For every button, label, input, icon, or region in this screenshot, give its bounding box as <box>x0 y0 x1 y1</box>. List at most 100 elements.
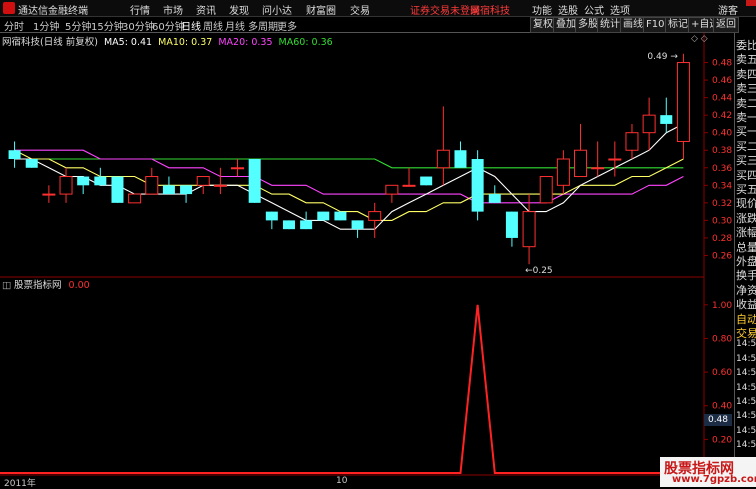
candle-body <box>436 149 450 169</box>
sub-tick-label: 0.80 <box>712 334 732 344</box>
candle <box>128 193 142 204</box>
corner-badge <box>746 0 756 6</box>
tab-weekly[interactable]: 周线 <box>203 18 223 33</box>
candle-body <box>625 132 639 151</box>
candle-body <box>660 115 673 124</box>
side-panel-item: 14:56 <box>736 339 756 350</box>
f10-button[interactable]: F10 <box>643 17 668 33</box>
candle-body <box>265 211 278 221</box>
price-tick-label: 0.38 <box>712 146 732 156</box>
menu-item-wealth[interactable]: 财富圈 <box>306 2 336 17</box>
side-panel-item: 14:56 <box>736 411 756 422</box>
candle <box>420 176 433 186</box>
candle-body <box>539 176 553 204</box>
menu-item-formula[interactable]: 公式 <box>584 2 604 17</box>
menu-item-functions[interactable]: 功能 <box>532 2 552 17</box>
candle <box>282 220 295 230</box>
app-name: 通达信金融终端 <box>18 6 88 17</box>
candle <box>231 159 245 177</box>
menu-item-discover[interactable]: 发现 <box>229 2 249 17</box>
candle-body <box>591 167 605 170</box>
tab-daily[interactable]: 日线 <box>181 18 201 33</box>
candle-body <box>420 176 433 186</box>
candle <box>488 185 501 203</box>
candle-body <box>402 184 416 187</box>
candle-body <box>522 211 536 248</box>
side-panel-item: 14:56 <box>736 440 756 451</box>
candle <box>436 106 450 186</box>
tab-60min[interactable]: 60分钟 <box>152 18 185 33</box>
ma5-legend: MA5: 0.41 <box>103 37 153 48</box>
indicator-title: ◫ 股票指标网 0.00 <box>2 280 90 291</box>
ma60-legend: MA60: 0.36 <box>278 37 333 48</box>
menu-item-trade[interactable]: 交易 <box>350 2 370 17</box>
candle <box>59 167 73 203</box>
guest-label[interactable]: 游客 <box>718 2 738 17</box>
menu-item-options[interactable]: 选项 <box>610 2 630 17</box>
price-tick-label: 0.36 <box>712 164 732 174</box>
year-label: 2011年 <box>4 479 36 489</box>
candle <box>539 176 553 204</box>
candle <box>591 141 605 177</box>
tab-1min[interactable]: 1分钟 <box>33 18 59 33</box>
candle-body <box>368 211 382 221</box>
candle-body <box>574 149 588 178</box>
candle <box>402 167 416 187</box>
candle <box>556 150 570 195</box>
candle-body <box>488 194 501 203</box>
candle-body <box>42 193 56 196</box>
menu-item-ask[interactable]: 问小达 <box>262 2 292 17</box>
tab-multi-period[interactable]: 多周期 <box>248 18 278 33</box>
candle-body <box>162 185 175 195</box>
candle <box>625 123 639 159</box>
side-panel-item: 14:56 <box>736 425 756 436</box>
side-panel-item: 14:56 <box>736 353 756 364</box>
app-logo-icon <box>3 2 15 14</box>
price-tick-label: 0.40 <box>712 129 732 139</box>
candle <box>162 176 175 195</box>
menu-item-news[interactable]: 资讯 <box>196 2 216 17</box>
candle <box>334 211 347 221</box>
tab-intraday[interactable]: 分时 <box>4 18 24 33</box>
candle-body <box>145 176 159 195</box>
menu-item-market[interactable]: 市场 <box>163 2 183 17</box>
candle-body <box>676 62 690 142</box>
price-tick-label: 0.48 <box>712 59 732 69</box>
ma10-legend: MA10: 0.37 <box>158 37 213 48</box>
back-button[interactable]: 返回 <box>713 17 739 33</box>
menu-item-quotes[interactable]: 行情 <box>130 2 150 17</box>
tab-30min[interactable]: 30分钟 <box>122 18 155 33</box>
candle <box>111 176 124 203</box>
candle-body <box>128 193 142 204</box>
low-annotation: ←0.25 <box>525 266 553 276</box>
candle-body <box>196 176 210 186</box>
candle <box>265 211 278 230</box>
sub-tick-label: 0.20 <box>712 435 732 445</box>
side-panel-item: 14:56 <box>736 382 756 393</box>
candle <box>642 97 656 151</box>
candle-body <box>180 185 193 195</box>
collapse-icon[interactable]: ◇ ◇ <box>691 34 708 44</box>
tab-monthly[interactable]: 月线 <box>225 18 245 33</box>
ma20-legend: MA20: 0.35 <box>218 37 273 48</box>
tab-15min[interactable]: 15分钟 <box>91 18 124 33</box>
candle <box>471 150 484 221</box>
sub-tick-label: 0.60 <box>712 368 732 378</box>
tab-5min[interactable]: 5分钟 <box>65 18 91 33</box>
candle-body <box>300 220 313 230</box>
watermark-url: www.7gpzb.com <box>672 474 756 485</box>
menu-item-stock-picker[interactable]: 选股 <box>558 2 578 17</box>
candle-body <box>642 114 656 134</box>
candle <box>317 211 330 221</box>
tab-more[interactable]: 更多 <box>277 18 297 33</box>
kline-chart[interactable]: 1.00 0.80 0.60 0.40 0.20 0.49 → ←0.25 0.48 0.46… <box>0 33 734 487</box>
price-tick-label: 0.42 <box>712 111 732 121</box>
candle-body <box>385 184 399 195</box>
candle-body <box>59 176 73 195</box>
candle <box>368 202 382 238</box>
title-bar <box>0 0 756 17</box>
candle <box>505 211 518 247</box>
candle-body <box>248 159 261 203</box>
indicator-value: 0.00 <box>68 280 90 291</box>
stock-title: 网宿科技(日线 前复权) <box>2 37 98 48</box>
